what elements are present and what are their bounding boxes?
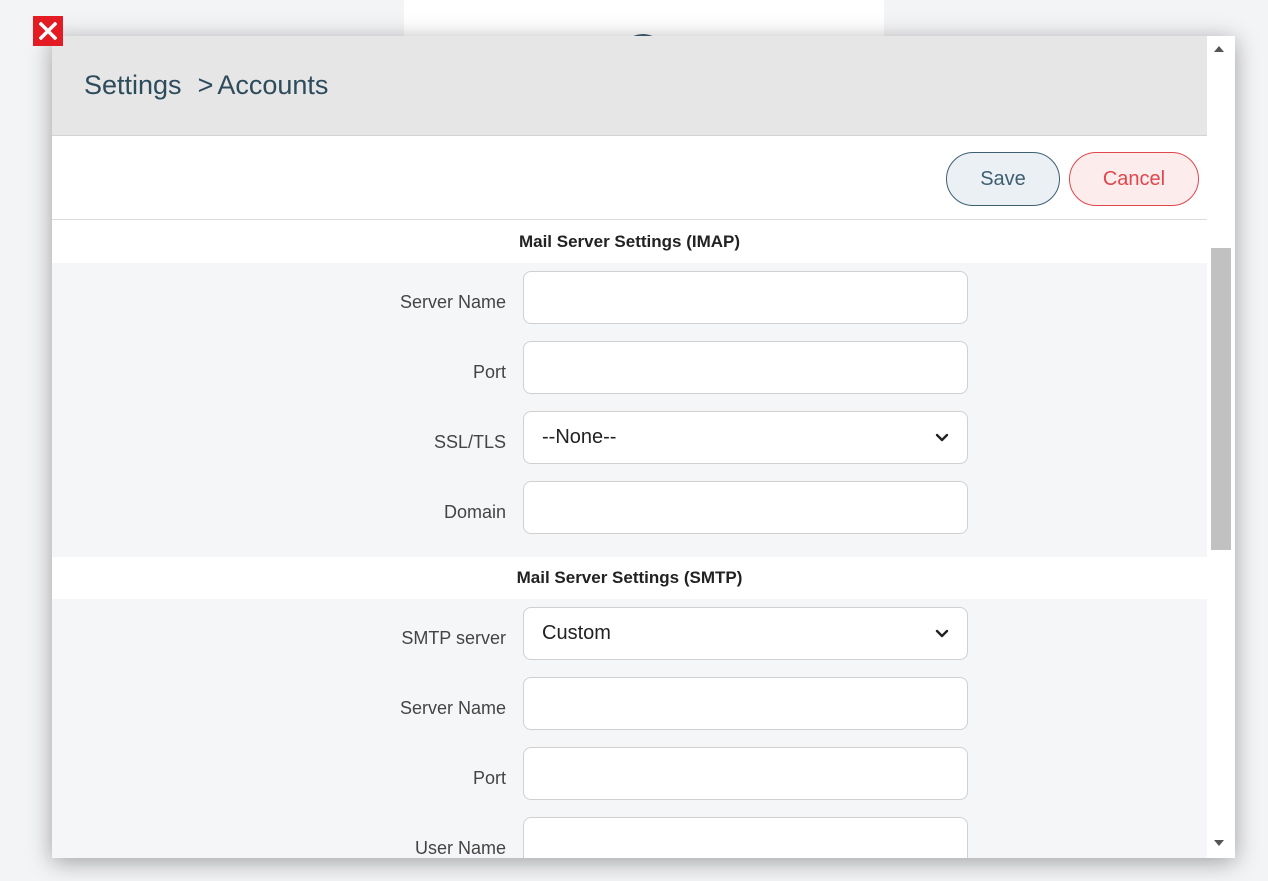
scroll-up-arrow-icon[interactable]	[1214, 46, 1224, 52]
smtp-server-selected-value: Custom	[542, 622, 611, 644]
imap-server-name-input[interactable]	[523, 271, 968, 324]
settings-dialog: Settings > Accounts Save Cancel Mail Ser…	[52, 36, 1235, 858]
breadcrumb-accounts: Accounts	[217, 70, 329, 100]
imap-ssl-select[interactable]: --None--	[523, 411, 968, 464]
smtp-server-name-input[interactable]	[523, 677, 968, 730]
imap-port-row: Port	[52, 341, 1207, 411]
smtp-server-label: SMTP server	[401, 628, 506, 648]
chevron-down-icon	[935, 433, 949, 441]
smtp-server-select[interactable]: Custom	[523, 607, 968, 660]
smtp-port-input[interactable]	[523, 747, 968, 800]
breadcrumb: Settings > Accounts	[84, 70, 328, 101]
save-button[interactable]: Save	[946, 152, 1060, 206]
close-icon	[39, 22, 57, 40]
smtp-server-name-row: Server Name	[52, 677, 1207, 747]
imap-server-name-row: Server Name	[52, 271, 1207, 341]
smtp-port-row: Port	[52, 747, 1207, 817]
smtp-user-name-input[interactable]	[523, 817, 968, 858]
imap-ssl-row: SSL/TLS --None--	[52, 411, 1207, 481]
breadcrumb-separator: >	[197, 70, 214, 100]
smtp-user-name-label: User Name	[414, 838, 506, 858]
imap-ssl-label: SSL/TLS	[433, 432, 506, 452]
chevron-down-icon	[935, 629, 949, 637]
scrollbar-thumb[interactable]	[1211, 248, 1231, 550]
imap-domain-label: Domain	[443, 502, 506, 522]
breadcrumb-settings[interactable]: Settings	[84, 70, 182, 101]
smtp-section: SMTP server Custom Server Name Port User…	[52, 599, 1207, 858]
action-toolbar: Save Cancel	[52, 136, 1207, 220]
smtp-user-name-row: User Name	[52, 817, 1207, 858]
imap-port-label: Port	[472, 362, 506, 382]
smtp-server-row: SMTP server Custom	[52, 607, 1207, 677]
settings-form: Mail Server Settings (IMAP) Server Name …	[52, 221, 1207, 858]
imap-section-title: Mail Server Settings (IMAP)	[52, 221, 1207, 263]
smtp-port-label: Port	[472, 768, 506, 788]
imap-domain-row: Domain	[52, 481, 1207, 551]
imap-section: Server Name Port SSL/TLS --None-- Domain	[52, 263, 1207, 557]
imap-domain-input[interactable]	[523, 481, 968, 534]
dialog-header: Settings > Accounts	[52, 36, 1207, 136]
smtp-section-title: Mail Server Settings (SMTP)	[52, 557, 1207, 599]
close-button[interactable]	[33, 16, 63, 46]
cancel-button[interactable]: Cancel	[1069, 152, 1199, 206]
scroll-down-arrow-icon[interactable]	[1214, 840, 1224, 846]
imap-server-name-label: Server Name	[399, 292, 506, 312]
imap-port-input[interactable]	[523, 341, 968, 394]
imap-ssl-selected-value: --None--	[542, 426, 617, 448]
smtp-server-name-label: Server Name	[399, 698, 506, 718]
vertical-scrollbar[interactable]	[1207, 36, 1235, 858]
